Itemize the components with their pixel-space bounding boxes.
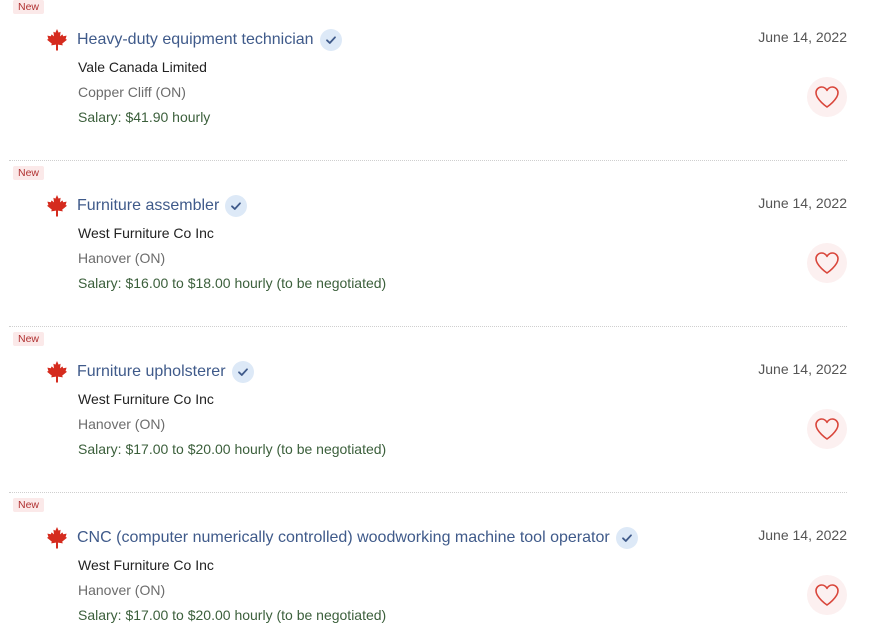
new-badge: New: [13, 498, 45, 512]
divider: [9, 492, 847, 493]
company-name: West Furniture Co Inc: [78, 225, 214, 241]
verified-check-icon: [319, 29, 342, 51]
favorite-button[interactable]: [807, 575, 847, 615]
maple-leaf-icon: [47, 361, 67, 383]
posting-date: June 14, 2022: [758, 361, 847, 377]
favorite-button[interactable]: [807, 77, 847, 117]
job-salary: Salary: $17.00 to $20.00 hourly (to be n…: [78, 441, 387, 457]
job-title-link[interactable]: Furniture upholsterer: [77, 363, 226, 381]
new-badge: New: [13, 166, 45, 180]
verified-check-icon: [225, 195, 248, 217]
job-results-list: New Heavy-duty equipment technician Vale…: [0, 0, 869, 636]
heart-icon: [815, 584, 839, 606]
heart-icon: [815, 252, 839, 274]
new-badge: New: [13, 0, 45, 14]
company-name: West Furniture Co Inc: [78, 557, 214, 573]
heart-icon: [815, 86, 839, 108]
job-location: Hanover (ON): [78, 416, 166, 432]
job-salary: Salary: $17.00 to $20.00 hourly (to be n…: [78, 607, 387, 623]
divider: [9, 160, 847, 161]
favorite-button[interactable]: [807, 243, 847, 283]
heart-icon: [815, 418, 839, 440]
job-posting: New CNC (computer numerically controlled…: [0, 498, 869, 636]
verified-check-icon: [231, 361, 254, 383]
job-location: Hanover (ON): [78, 250, 166, 266]
job-title-link[interactable]: Heavy-duty equipment technician: [77, 31, 314, 49]
job-title-link[interactable]: CNC (computer numerically controlled) wo…: [77, 529, 610, 547]
job-posting: New Furniture assembler West Furniture C…: [0, 166, 869, 332]
job-location: Hanover (ON): [78, 582, 166, 598]
posting-date: June 14, 2022: [758, 195, 847, 211]
maple-leaf-icon: [47, 29, 67, 51]
job-title-link[interactable]: Furniture assembler: [77, 197, 219, 215]
job-posting: New Furniture upholsterer West Furniture…: [0, 332, 869, 498]
divider: [9, 326, 847, 327]
job-posting: New Heavy-duty equipment technician Vale…: [0, 0, 869, 166]
company-name: West Furniture Co Inc: [78, 391, 214, 407]
verified-check-icon: [615, 527, 638, 549]
favorite-button[interactable]: [807, 409, 847, 449]
maple-leaf-icon: [47, 195, 67, 217]
job-salary: Salary: $41.90 hourly: [78, 109, 211, 125]
new-badge: New: [13, 332, 45, 346]
company-name: Vale Canada Limited: [78, 59, 207, 75]
job-salary: Salary: $16.00 to $18.00 hourly (to be n…: [78, 275, 387, 291]
maple-leaf-icon: [47, 527, 67, 549]
posting-date: June 14, 2022: [758, 29, 847, 45]
job-location: Copper Cliff (ON): [78, 84, 186, 100]
posting-date: June 14, 2022: [758, 527, 847, 543]
